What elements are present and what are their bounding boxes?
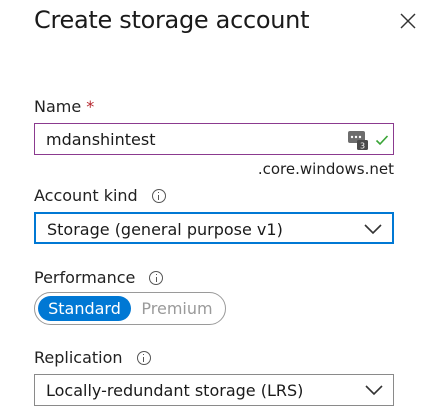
performance-label: Performance: [34, 268, 136, 287]
info-icon[interactable]: [149, 270, 164, 285]
performance-option-premium[interactable]: Premium: [133, 296, 221, 321]
account-kind-label-row: Account kind: [34, 186, 166, 205]
name-label-row: Name *: [34, 97, 94, 116]
name-input[interactable]: mdanshintest 3: [34, 123, 394, 155]
password-manager-icon[interactable]: 3: [347, 129, 369, 151]
replication-label: Replication: [34, 348, 123, 367]
info-icon[interactable]: [136, 350, 151, 365]
name-input-value[interactable]: mdanshintest: [46, 130, 155, 149]
checkmark-icon: [375, 135, 389, 146]
close-icon[interactable]: [399, 12, 417, 30]
account-kind-dropdown[interactable]: Storage (general purpose v1): [34, 212, 394, 244]
blade-title: Create storage account: [34, 6, 310, 34]
performance-label-row: Performance: [34, 268, 164, 287]
create-storage-account-blade: Create storage account Name * mdanshinte…: [0, 0, 424, 412]
performance-option-standard[interactable]: Standard: [38, 296, 131, 321]
domain-suffix: .core.windows.net: [257, 160, 394, 178]
chevron-down-icon: [364, 224, 382, 235]
required-marker: *: [86, 97, 95, 116]
account-kind-label: Account kind: [34, 186, 138, 205]
performance-toggle[interactable]: Standard Premium: [34, 292, 226, 325]
chevron-down-icon: [365, 385, 383, 396]
info-icon[interactable]: [151, 188, 166, 203]
account-kind-value[interactable]: Storage (general purpose v1): [47, 220, 283, 239]
svg-text:3: 3: [360, 142, 365, 151]
name-label: Name: [34, 97, 82, 116]
replication-value[interactable]: Locally-redundant storage (LRS): [46, 381, 303, 400]
replication-label-row: Replication: [34, 348, 151, 367]
replication-dropdown[interactable]: Locally-redundant storage (LRS): [34, 374, 394, 406]
